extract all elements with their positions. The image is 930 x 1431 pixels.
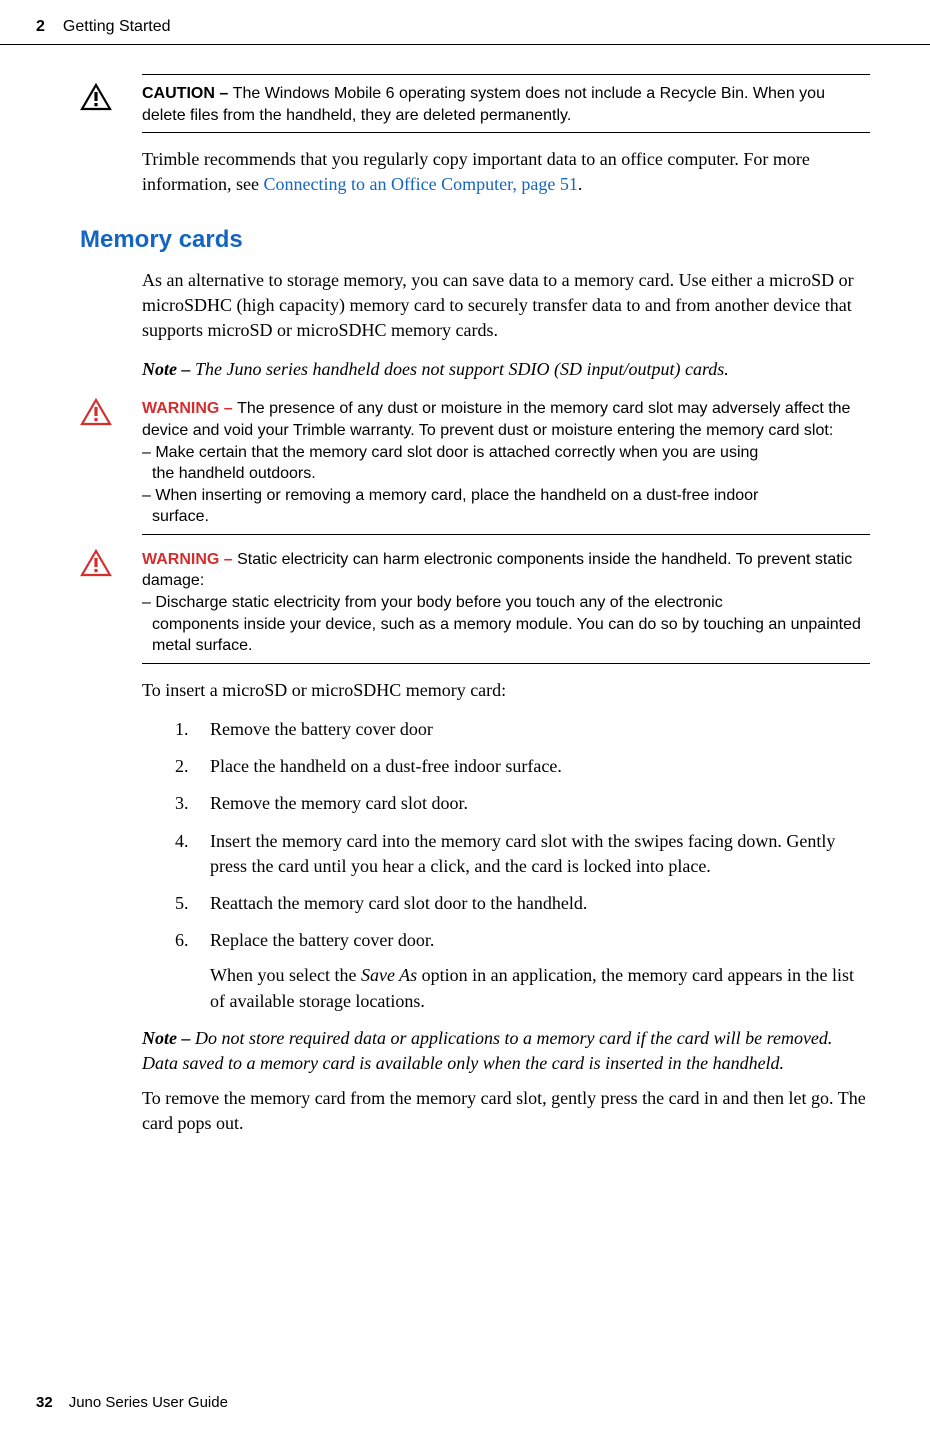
page-header: 2 Getting Started bbox=[0, 0, 930, 45]
caution-icon bbox=[80, 83, 142, 126]
list-item: 6.Replace the battery cover door. When y… bbox=[175, 928, 870, 1014]
footer-title: Juno Series User Guide bbox=[69, 1394, 228, 1411]
warning-text: WARNING – Static electricity can harm el… bbox=[142, 549, 870, 657]
chapter-title: Getting Started bbox=[63, 18, 171, 36]
warning-block-dust: WARNING – The presence of any dust or mo… bbox=[80, 390, 870, 535]
paragraph-insert-intro: To insert a microSD or microSDHC memory … bbox=[142, 678, 870, 703]
caution-text: CAUTION – The Windows Mobile 6 operating… bbox=[142, 83, 870, 126]
list-item: 5.Reattach the memory card slot door to … bbox=[175, 891, 870, 916]
warning-icon bbox=[80, 398, 142, 528]
warning-icon bbox=[80, 549, 142, 657]
warning-label: WARNING – bbox=[142, 551, 237, 568]
list-item: 1.Remove the battery cover door bbox=[175, 717, 870, 742]
note-sdio: Note – The Juno series handheld does not… bbox=[142, 357, 870, 382]
step-sub-note: When you select the Save As option in an… bbox=[210, 963, 870, 1013]
caution-label: CAUTION – bbox=[142, 85, 233, 102]
caution-body: The Windows Mobile 6 operating system do… bbox=[142, 85, 825, 124]
paragraph-memory-intro: As an alternative to storage memory, you… bbox=[142, 268, 870, 344]
chapter-number: 2 bbox=[36, 18, 45, 36]
paragraph-recommendation: Trimble recommends that you regularly co… bbox=[142, 147, 870, 197]
list-item: 2.Place the handheld on a dust-free indo… bbox=[175, 754, 870, 779]
page-footer: 32 Juno Series User Guide bbox=[36, 1394, 228, 1411]
page-number: 32 bbox=[36, 1394, 53, 1411]
steps-list: 1.Remove the battery cover door 2.Place … bbox=[175, 717, 870, 1014]
list-item: 3.Remove the memory card slot door. bbox=[175, 791, 870, 816]
paragraph-remove: To remove the memory card from the memor… bbox=[142, 1086, 870, 1136]
heading-memory-cards: Memory cards bbox=[80, 226, 870, 254]
warning-text: WARNING – The presence of any dust or mo… bbox=[142, 398, 870, 528]
page-content: CAUTION – The Windows Mobile 6 operating… bbox=[0, 45, 930, 1136]
link-connecting-office[interactable]: Connecting to an Office Computer, page 5… bbox=[263, 174, 577, 194]
warning-label: WARNING – bbox=[142, 400, 237, 417]
warning-block-static: WARNING – Static electricity can harm el… bbox=[80, 541, 870, 664]
list-item: 4.Insert the memory card into the memory… bbox=[175, 829, 870, 879]
caution-block: CAUTION – The Windows Mobile 6 operating… bbox=[80, 75, 870, 133]
note-storage: Note – Do not store required data or app… bbox=[142, 1026, 870, 1076]
